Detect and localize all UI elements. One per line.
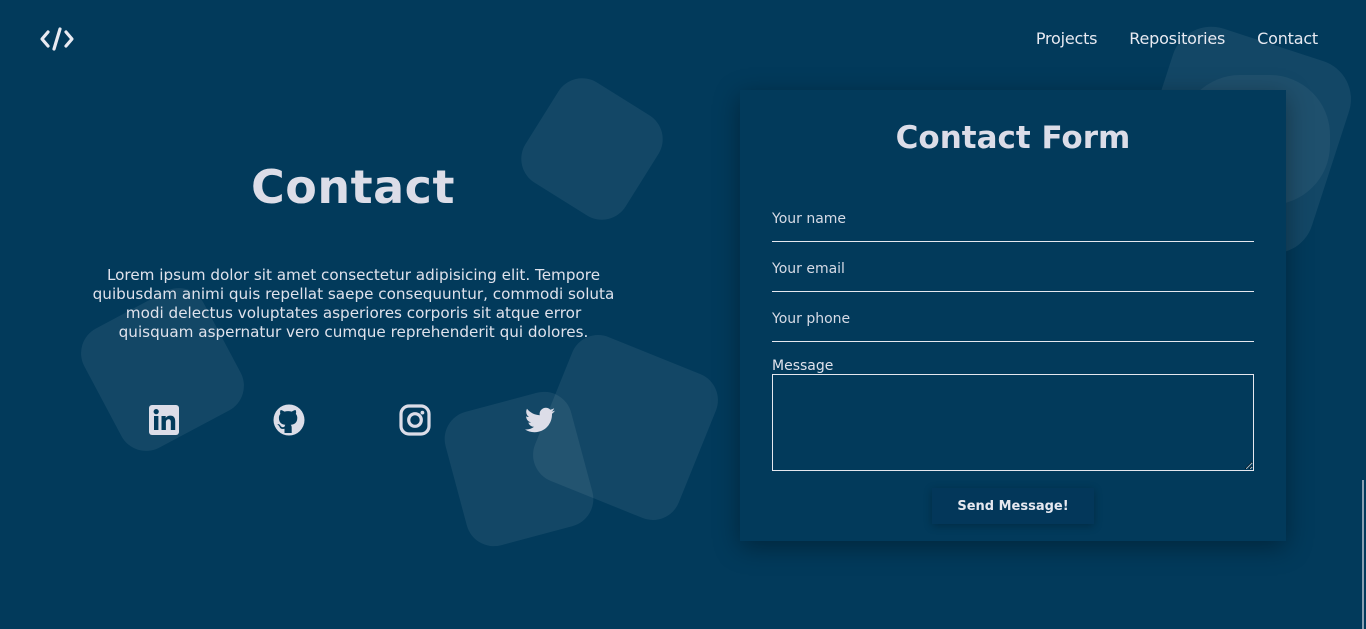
intro-text: Lorem ipsum dolor sit amet consectetur a… (92, 266, 615, 341)
main-nav: Projects Repositories Contact (1036, 30, 1318, 48)
email-input[interactable] (772, 261, 1254, 292)
twitter-icon[interactable] (522, 402, 558, 438)
instagram-icon[interactable] (397, 402, 433, 438)
nav-link-repositories[interactable]: Repositories (1129, 30, 1225, 48)
name-field-wrapper (772, 208, 1254, 242)
contact-form: Contact Form Message Send Message! (740, 90, 1286, 541)
page-title: Contact (251, 160, 455, 214)
email-field-wrapper (772, 258, 1254, 292)
form-title: Contact Form (895, 120, 1131, 156)
code-icon[interactable] (39, 25, 75, 53)
phone-input[interactable] (772, 311, 1254, 342)
nav-link-projects[interactable]: Projects (1036, 30, 1098, 48)
nav-link-contact[interactable]: Contact (1257, 30, 1318, 48)
linkedin-icon[interactable] (146, 402, 182, 438)
social-links (0, 402, 706, 442)
contact-page: Projects Repositories Contact Contact Lo… (0, 0, 1366, 629)
github-icon[interactable] (271, 402, 307, 438)
message-label: Message (772, 358, 834, 374)
name-input[interactable] (772, 211, 1254, 242)
send-message-button[interactable]: Send Message! (932, 488, 1094, 524)
phone-field-wrapper (772, 308, 1254, 342)
message-textarea[interactable] (772, 374, 1254, 471)
scrollbar-thumb[interactable] (1362, 480, 1364, 629)
